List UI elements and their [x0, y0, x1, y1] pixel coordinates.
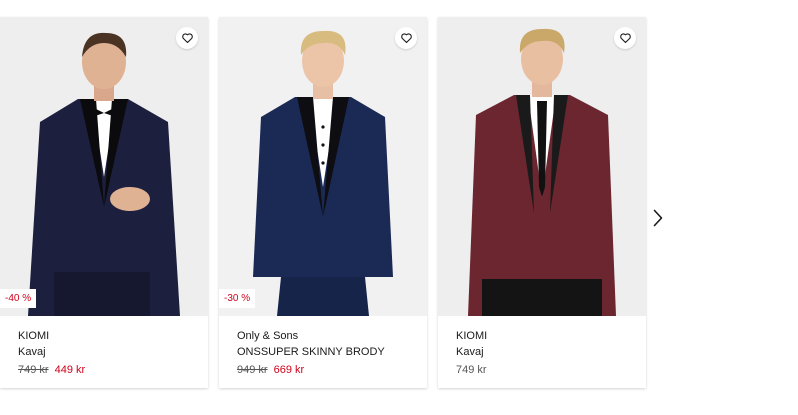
product-image[interactable]: -40 % [0, 17, 208, 316]
regular-price: 749 kr [456, 364, 487, 376]
discount-badge: -40 % [0, 289, 37, 308]
product-image[interactable]: -30 % [219, 17, 427, 316]
carousel-next-button[interactable] [648, 203, 668, 233]
wishlist-button[interactable] [614, 27, 636, 49]
model-photo [219, 17, 427, 316]
product-info: Only & Sons ONSSUPER SKINNY BRODY 949 kr… [237, 329, 417, 377]
heart-outline-icon [619, 33, 631, 43]
sale-price: 449 kr [54, 364, 86, 376]
product-name: Kavaj [18, 346, 46, 358]
heart-outline-icon [400, 33, 412, 43]
product-brand: KIOMI [18, 330, 50, 342]
chevron-right-icon [653, 209, 663, 227]
product-card[interactable]: -40 % KIOMI Kavaj 749 kr 449 kr [0, 17, 208, 388]
product-price: 749 kr [456, 363, 636, 377]
original-price: 749 kr [18, 364, 49, 376]
product-card[interactable]: KIOMI Kavaj 749 kr [438, 17, 646, 388]
product-price: 749 kr 449 kr [18, 363, 198, 377]
product-info: KIOMI Kavaj 749 kr 449 kr [18, 329, 198, 377]
product-name: ONSSUPER SKINNY BRODY [237, 346, 385, 358]
wishlist-button[interactable] [395, 27, 417, 49]
discount-badge: -30 % [219, 289, 256, 308]
model-photo [0, 17, 208, 316]
product-info: KIOMI Kavaj 749 kr [456, 329, 636, 377]
model-photo [438, 17, 646, 316]
product-image[interactable] [438, 17, 646, 316]
product-name: Kavaj [456, 346, 484, 358]
product-brand: Only & Sons [237, 330, 299, 342]
product-card[interactable]: -30 % Only & Sons ONSSUPER SKINNY BRODY … [219, 17, 427, 388]
heart-outline-icon [181, 33, 193, 43]
product-price: 949 kr 669 kr [237, 363, 417, 377]
original-price: 949 kr [237, 364, 268, 376]
wishlist-button[interactable] [176, 27, 198, 49]
sale-price: 669 kr [273, 364, 305, 376]
product-brand: KIOMI [456, 330, 488, 342]
product-carousel: -40 % KIOMI Kavaj 749 kr 449 kr -30 % On… [0, 17, 798, 392]
